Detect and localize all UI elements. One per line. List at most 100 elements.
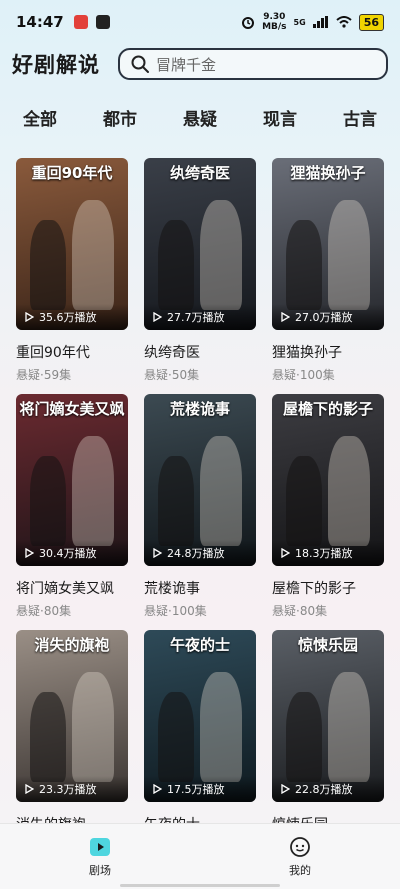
play-icon xyxy=(153,312,162,322)
play-count: 17.5万播放 xyxy=(167,783,225,796)
play-icon xyxy=(281,312,290,322)
poster-figure xyxy=(30,692,66,782)
poster-title-art: 惊悚乐园 xyxy=(297,636,358,654)
profile-face-icon xyxy=(290,836,310,857)
drama-meta: 悬疑·100集 xyxy=(272,368,335,382)
poster-figure xyxy=(72,436,114,546)
poster-figure xyxy=(286,220,322,310)
nav-profile[interactable]: 我的 xyxy=(260,836,340,878)
play-count-bar: 27.0万播放 xyxy=(272,304,384,330)
drama-poster[interactable]: 午夜的士 17.5万播放 xyxy=(144,630,256,802)
play-icon xyxy=(25,312,34,322)
play-count: 30.4万播放 xyxy=(39,547,97,560)
search-bar[interactable]: 冒牌千金 xyxy=(118,48,388,80)
drama-title[interactable]: 狸猫换孙子 xyxy=(272,342,384,362)
drama-card[interactable]: 狸猫换孙子 27.0万播放 狸猫换孙子 悬疑·100集 xyxy=(272,158,384,394)
tab-all[interactable]: 全部 xyxy=(23,105,57,130)
play-count: 18.3万播放 xyxy=(295,547,353,560)
home-indicator xyxy=(120,884,280,887)
drama-poster[interactable]: 纨绔奇医 27.7万播放 xyxy=(144,158,256,330)
drama-meta: 悬疑·80集 xyxy=(272,604,328,618)
drama-card[interactable]: 重回90年代 35.6万播放 重回90年代 悬疑·59集 xyxy=(16,158,128,394)
play-count-bar: 27.7万播放 xyxy=(144,304,256,330)
signal-icon xyxy=(312,16,328,28)
play-count-bar: 23.3万播放 xyxy=(16,776,128,802)
drama-meta: 悬疑·100集 xyxy=(144,604,207,618)
drama-card[interactable]: 将门嫡女美又飒 30.4万播放 将门嫡女美又飒 悬疑·80集 xyxy=(16,394,128,630)
nav-theater[interactable]: 剧场 xyxy=(60,836,140,878)
drama-card[interactable]: 屋檐下的影子 18.3万播放 屋檐下的影子 悬疑·80集 xyxy=(272,394,384,630)
drama-title[interactable]: 纨绔奇医 xyxy=(144,342,256,362)
poster-title-art: 纨绔奇医 xyxy=(169,164,230,182)
drama-poster[interactable]: 荒楼诡事 24.8万播放 xyxy=(144,394,256,566)
poster-figure xyxy=(286,456,322,546)
status-time: 14:47 xyxy=(16,13,64,31)
drama-title[interactable]: 荒楼诡事 xyxy=(144,578,256,598)
poster-figure xyxy=(72,200,114,310)
drama-meta: 悬疑·50集 xyxy=(144,368,200,382)
drama-grid: 重回90年代 35.6万播放 重回90年代 悬疑·59集 纨绔奇医 27.7万播… xyxy=(16,158,384,866)
nav-theater-label: 剧场 xyxy=(89,863,111,877)
poster-figure xyxy=(30,220,66,310)
status-bar: 14:47 9.30 MB/s 5G 56 xyxy=(0,0,400,44)
poster-figure xyxy=(158,456,194,546)
play-count: 24.8万播放 xyxy=(167,547,225,560)
drama-title[interactable]: 重回90年代 xyxy=(16,342,128,362)
drama-poster[interactable]: 将门嫡女美又飒 30.4万播放 xyxy=(16,394,128,566)
poster-figure xyxy=(328,672,370,782)
play-count: 23.3万播放 xyxy=(39,783,97,796)
play-count-bar: 35.6万播放 xyxy=(16,304,128,330)
play-count: 22.8万播放 xyxy=(295,783,353,796)
poster-figure xyxy=(328,436,370,546)
play-count: 35.6万播放 xyxy=(39,311,97,324)
drama-card[interactable]: 纨绔奇医 27.7万播放 纨绔奇医 悬疑·50集 xyxy=(144,158,256,394)
drama-meta: 悬疑·80集 xyxy=(16,604,72,618)
poster-title-art: 屋檐下的影子 xyxy=(282,400,373,418)
bottom-nav: 剧场 我的 xyxy=(0,823,400,889)
play-icon xyxy=(281,548,290,558)
tab-urban[interactable]: 都市 xyxy=(103,105,137,130)
drama-title[interactable]: 屋檐下的影子 xyxy=(272,578,384,598)
drama-poster[interactable]: 屋檐下的影子 18.3万播放 xyxy=(272,394,384,566)
play-icon xyxy=(153,548,162,558)
play-icon xyxy=(281,784,290,794)
play-count-bar: 22.8万播放 xyxy=(272,776,384,802)
play-count-bar: 24.8万播放 xyxy=(144,540,256,566)
app-notification-icon xyxy=(73,15,88,29)
category-tabs: 全部 都市 悬疑 现言 古言 xyxy=(0,102,400,132)
play-icon xyxy=(25,784,34,794)
poster-figure xyxy=(328,200,370,310)
poster-figure xyxy=(200,200,242,310)
poster-title-art: 将门嫡女美又飒 xyxy=(19,400,125,418)
drama-title[interactable]: 将门嫡女美又飒 xyxy=(16,578,128,598)
play-icon xyxy=(153,784,162,794)
battery-indicator: 56 xyxy=(358,13,384,31)
drama-poster[interactable]: 惊悚乐园 22.8万播放 xyxy=(272,630,384,802)
drama-poster[interactable]: 消失的旗袍 23.3万播放 xyxy=(16,630,128,802)
net-speed-value: 9.30 xyxy=(263,12,286,22)
net-speed-unit: MB/s xyxy=(262,22,287,32)
poster-figure xyxy=(286,692,322,782)
drama-poster[interactable]: 狸猫换孙子 27.0万播放 xyxy=(272,158,384,330)
poster-figure xyxy=(158,220,194,310)
tab-modern-romance[interactable]: 现言 xyxy=(263,105,297,130)
tab-ancient-romance[interactable]: 古言 xyxy=(343,105,377,130)
poster-title-art: 消失的旗袍 xyxy=(34,636,110,654)
poster-figure xyxy=(30,456,66,546)
notification-icon xyxy=(95,15,110,29)
wifi-icon xyxy=(336,16,352,28)
play-icon xyxy=(25,548,34,558)
poster-figure xyxy=(200,672,242,782)
app-header: 好剧解说 冒牌千金 xyxy=(0,46,400,82)
drama-card[interactable]: 荒楼诡事 24.8万播放 荒楼诡事 悬疑·100集 xyxy=(144,394,256,630)
network-speed: 9.30 MB/s xyxy=(262,12,286,32)
play-count: 27.7万播放 xyxy=(167,311,225,324)
network-type: 5G xyxy=(293,17,306,27)
tab-suspense[interactable]: 悬疑 xyxy=(183,105,217,130)
poster-figure xyxy=(72,672,114,782)
poster-title-art: 荒楼诡事 xyxy=(169,400,230,418)
nav-profile-label: 我的 xyxy=(289,863,311,877)
poster-figure xyxy=(200,436,242,546)
play-count-bar: 18.3万播放 xyxy=(272,540,384,566)
drama-poster[interactable]: 重回90年代 35.6万播放 xyxy=(16,158,128,330)
